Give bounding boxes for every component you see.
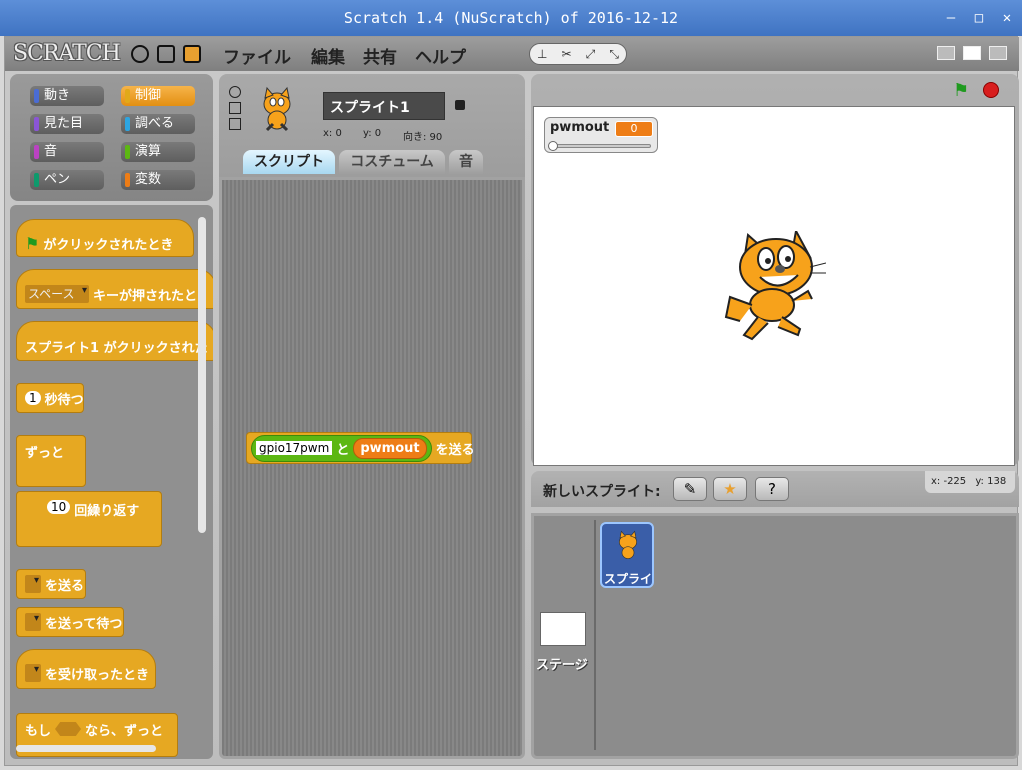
small-stage-icon[interactable]	[937, 46, 955, 60]
stage-label: ステージ	[536, 658, 588, 673]
script-area[interactable]: gpio17pwm と pwmout を送る	[219, 177, 525, 759]
globe-icon[interactable]	[131, 45, 149, 63]
palette-scrollbar-v[interactable]	[198, 217, 206, 533]
stage-thumbnail[interactable]	[540, 612, 586, 646]
mouse-x: x: -225	[931, 476, 967, 487]
sensor-input[interactable]: gpio17pwm	[256, 441, 333, 455]
sprite-x: x: 0	[323, 128, 342, 139]
window-titlebar: Scratch 1.4 (NuScratch) of 2016-12-12 – …	[0, 0, 1022, 36]
watcher-value: 0	[615, 121, 653, 137]
when-receive-block[interactable]: を受け取ったとき	[16, 649, 156, 689]
menu-share[interactable]: 共有	[363, 43, 397, 68]
stop-button[interactable]	[983, 82, 999, 98]
random-sprite-button[interactable]: ?	[755, 477, 789, 501]
menu-bar: SCRATCH ファイル 編集 共有 ヘルプ ⊥ ✂ ⤢ ⤡	[5, 37, 1019, 71]
rotate-style-icons	[229, 86, 243, 130]
normal-stage-icon[interactable]	[963, 46, 981, 60]
broadcast-wait-dropdown[interactable]	[25, 613, 41, 631]
forever-block[interactable]: ずっと	[16, 435, 86, 487]
import-sprite-button[interactable]: ★	[713, 477, 747, 501]
green-flag-button[interactable]: ⚑	[953, 80, 969, 101]
menu-file[interactable]: ファイル	[223, 43, 291, 68]
sprite-name-field[interactable]: スプライト1	[323, 92, 445, 120]
variable-watcher[interactable]: pwmout 0	[544, 117, 658, 153]
broadcast-dropdown[interactable]	[25, 575, 41, 593]
join-reporter[interactable]: gpio17pwm と pwmout	[251, 434, 432, 462]
wait-block[interactable]: 1 秒待つ	[16, 383, 84, 413]
scratch-app: SCRATCH ファイル 編集 共有 ヘルプ ⊥ ✂ ⤢ ⤡ 動き 制御 見た目…	[4, 36, 1019, 766]
sprite-tools-pill: ⊥ ✂ ⤢ ⤡	[529, 43, 627, 65]
stage-panel: ⚑ pwmout 0	[531, 74, 1019, 466]
green-flag-icon: ⚑	[25, 233, 40, 253]
sprite-list-panel: ステージ スプライト	[531, 513, 1019, 759]
stage[interactable]: pwmout 0	[533, 106, 1015, 466]
sprite-y: y: 0	[363, 128, 382, 139]
watcher-slider-handle[interactable]	[548, 141, 558, 151]
repeat-block[interactable]: 10 回繰り返す	[16, 491, 162, 547]
category-looks[interactable]: 見た目	[30, 114, 104, 134]
share-icon[interactable]	[183, 45, 201, 63]
sprite-thumbnail-cat-icon	[263, 86, 291, 132]
when-flag-block[interactable]: ⚑ がクリックされたとき	[16, 219, 194, 257]
category-operators[interactable]: 演算	[121, 142, 195, 162]
broadcast-wait-block[interactable]: を送って待つ	[16, 607, 124, 637]
shrink-icon[interactable]: ⤡	[609, 47, 619, 62]
category-variables[interactable]: 変数	[121, 170, 195, 190]
watcher-name: pwmout	[550, 120, 610, 135]
menu-edit[interactable]: 編集	[311, 43, 345, 68]
variable-reporter[interactable]: pwmout	[353, 437, 427, 459]
window-title: Scratch 1.4 (NuScratch) of 2016-12-12	[343, 9, 679, 27]
tab-sounds[interactable]: 音	[449, 150, 483, 174]
repeat-count-input[interactable]: 10	[47, 500, 71, 514]
tab-costumes[interactable]: コスチューム	[339, 150, 445, 174]
category-motion[interactable]: 動き	[30, 86, 104, 106]
grow-icon[interactable]: ⤢	[586, 47, 596, 62]
scissors-icon[interactable]: ✂	[562, 47, 572, 61]
rotate-lr-icon[interactable]	[229, 102, 241, 114]
rotate-none-icon[interactable]	[229, 118, 241, 130]
broadcast-block[interactable]: を送る	[16, 569, 86, 599]
receive-dropdown[interactable]	[25, 664, 41, 682]
when-key-block[interactable]: スペース キーが押されたと	[16, 269, 213, 309]
broadcast-script-block[interactable]: gpio17pwm と pwmout を送る	[246, 432, 475, 464]
rotate-full-icon[interactable]	[229, 86, 241, 98]
block-palette: ⚑ がクリックされたとき スペース キーが押されたと スプライト1 がクリックさ…	[10, 205, 213, 759]
lock-icon[interactable]	[455, 100, 465, 110]
close-button[interactable]: ✕	[1000, 0, 1014, 36]
mouse-y: y: 138	[975, 476, 1007, 487]
wait-seconds-input[interactable]: 1	[25, 391, 41, 405]
maximize-button[interactable]: □	[972, 0, 986, 36]
sprite-tile-cat-icon	[619, 530, 637, 559]
paint-sprite-button[interactable]: ✎	[673, 477, 707, 501]
sprite-direction: 向き: 90	[403, 132, 443, 143]
minimize-button[interactable]: –	[944, 0, 958, 36]
save-icon[interactable]	[157, 45, 175, 63]
category-pen[interactable]: ペン	[30, 170, 104, 190]
scratch-logo: SCRATCH	[13, 41, 121, 66]
new-sprite-label: 新しいスプライト:	[543, 484, 661, 500]
menu-help[interactable]: ヘルプ	[415, 43, 466, 68]
new-sprite-bar: 新しいスプライト: ✎ ★ ? x: -225 y: 138	[531, 471, 1019, 507]
key-dropdown[interactable]: スペース	[25, 285, 89, 303]
condition-slot[interactable]	[55, 722, 82, 736]
presentation-icon[interactable]	[989, 46, 1007, 60]
category-sound[interactable]: 音	[30, 142, 104, 162]
mouse-coords: x: -225 y: 138	[925, 471, 1015, 493]
category-control[interactable]: 制御	[121, 86, 195, 106]
cat-sprite-icon[interactable]	[722, 231, 826, 341]
stamp-icon[interactable]: ⊥	[537, 47, 547, 61]
sprite-tile[interactable]: スプライト	[600, 522, 654, 588]
category-panel: 動き 制御 見た目 調べる 音 演算 ペン 変数	[10, 74, 213, 201]
tab-scripts[interactable]: スクリプト	[243, 150, 335, 174]
palette-scrollbar-h[interactable]	[16, 745, 156, 752]
stage-divider	[594, 520, 596, 750]
sprite-tile-label: スプライト	[604, 572, 653, 586]
when-sprite-clicked-block[interactable]: スプライト1 がクリックされた	[16, 321, 213, 361]
category-sensing[interactable]: 調べる	[121, 114, 195, 134]
watcher-slider[interactable]	[551, 144, 651, 148]
